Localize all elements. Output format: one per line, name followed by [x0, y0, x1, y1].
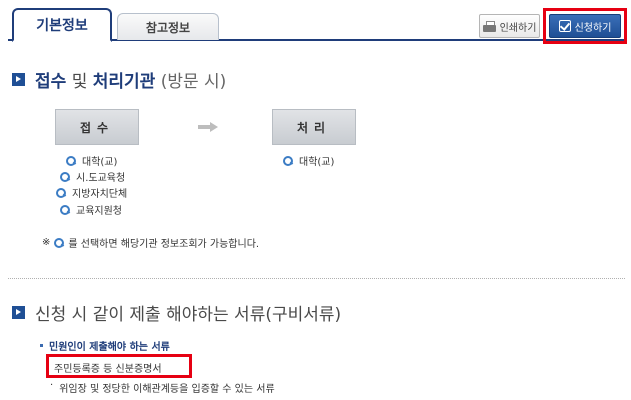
flow-receive-label: 접수	[79, 120, 115, 135]
print-button-label: 인쇄하기	[499, 22, 537, 34]
agency-link-education-support-office[interactable]: 교육지원청	[60, 202, 122, 217]
tab-reference-info-label: 참고정보	[145, 20, 191, 35]
magnifier-icon	[283, 155, 293, 166]
agency-label: 대학(교)	[299, 157, 335, 168]
agency-link-provincial-office[interactable]: 시.도교육청	[60, 169, 125, 184]
apply-button-label: 신청하기	[574, 22, 612, 34]
magnifier-icon	[60, 171, 70, 182]
checkbox-icon	[558, 20, 571, 32]
magnifier-icon	[56, 187, 66, 198]
agency-label: 시.도교육청	[76, 173, 126, 184]
note-text: 를 선택하면 해당기관 정보조회가 가능합니다.	[68, 239, 260, 250]
bullet-dot: ·	[50, 380, 54, 391]
flow-process-label: 처리	[296, 120, 332, 135]
note-mark: ※	[42, 237, 51, 248]
tab-reference-info[interactable]: 참고정보	[117, 13, 219, 40]
agency-label: 교육지원청	[76, 206, 122, 217]
magnifier-icon	[66, 155, 76, 166]
apply-button[interactable]: 신청하기	[549, 14, 621, 38]
documents-subtitle: 민원인이 제출해야 하는 서류	[40, 338, 170, 353]
agency-link-university[interactable]: 대학(교)	[66, 153, 117, 168]
documents-heading: 신청 시 같이 제출 해야하는 서류(구비서류)	[35, 305, 342, 325]
section-arrow-icon	[12, 306, 25, 319]
magnifier-icon	[54, 237, 65, 248]
flow-receive-box: 접수	[55, 109, 139, 145]
section-divider	[8, 278, 625, 279]
heading-part-visit: (방문 시)	[160, 72, 227, 92]
bullet-icon	[40, 344, 43, 347]
printer-icon	[482, 20, 496, 32]
agency-label: 지방자치단체	[72, 189, 128, 200]
heading-part-and: 및	[71, 72, 88, 92]
print-button[interactable]: 인쇄하기	[479, 14, 540, 38]
magnifier-icon	[60, 204, 70, 215]
heading-part-process: 처리기관	[92, 72, 156, 92]
document-item-power-of-attorney: · 위임장 및 정당한 이해관계등을 입증할 수 있는 서류	[50, 380, 275, 395]
process-agency-link-university[interactable]: 대학(교)	[283, 153, 334, 168]
heading-part-receive: 접수	[35, 72, 67, 92]
section-heading-documents: 신청 시 같이 제출 해야하는 서류(구비서류)	[12, 300, 341, 325]
flow-arrow-icon	[198, 122, 220, 132]
agency-link-local-government[interactable]: 지방자치단체	[56, 185, 127, 200]
section-arrow-icon	[12, 73, 25, 86]
info-note: ※ 를 선택하면 해당기관 정보조회가 가능합니다.	[42, 235, 259, 250]
documents-subtitle-label: 민원인이 제출해야 하는 서류	[49, 342, 170, 353]
section-heading-agencies: 접수 및 처리기관 (방문 시)	[12, 67, 226, 92]
document-item-label: 위임장 및 정당한 이해관계등을 입증할 수 있는 서류	[59, 384, 275, 395]
document-item-id: 주민등록증 등 신분증명서	[54, 360, 162, 375]
flow-process-box: 처리	[272, 109, 356, 145]
document-item-label: 주민등록증 등 신분증명서	[54, 364, 162, 375]
agency-label: 대학(교)	[82, 157, 118, 168]
tab-basic-info-label: 기본정보	[36, 18, 88, 34]
tab-basic-info[interactable]: 기본정보	[12, 8, 112, 42]
